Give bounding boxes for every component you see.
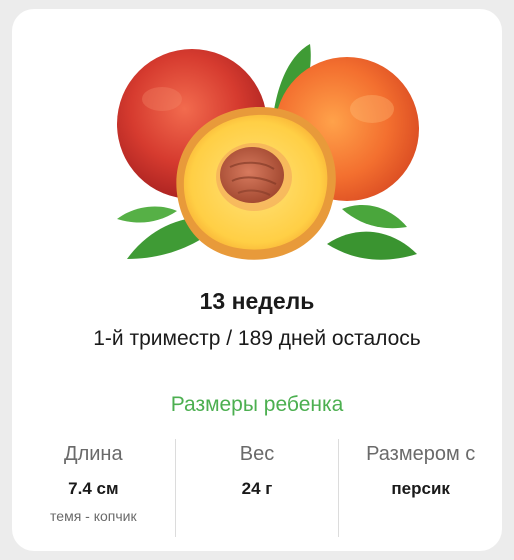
size-comparison-value: персик bbox=[391, 479, 450, 498]
length-value: 7.4 см bbox=[68, 479, 119, 498]
length-label: Длина bbox=[64, 443, 123, 465]
size-comparison-label: Размером с bbox=[366, 443, 476, 465]
weight-stat: Вес 24 г bbox=[174, 439, 339, 537]
pregnancy-week-card: 13 недель 1-й триместр / 189 дней остало… bbox=[12, 9, 502, 551]
week-title: 13 недель bbox=[199, 288, 315, 314]
baby-size-stats: Длина 7.4 см темя - копчик Вес 24 г Разм… bbox=[12, 439, 502, 537]
weight-value: 24 г bbox=[241, 479, 273, 498]
weight-label: Вес bbox=[239, 443, 275, 465]
peach-icon bbox=[117, 44, 419, 260]
length-note: темя - копчик bbox=[50, 508, 137, 524]
length-stat: Длина 7.4 см темя - копчик bbox=[12, 439, 175, 537]
baby-size-section-title: Размеры ребенка bbox=[170, 393, 344, 416]
size-comparison-stat: Размером с персик bbox=[338, 439, 502, 537]
trimester-days-remaining: 1-й триместр / 189 дней осталось bbox=[93, 327, 421, 350]
